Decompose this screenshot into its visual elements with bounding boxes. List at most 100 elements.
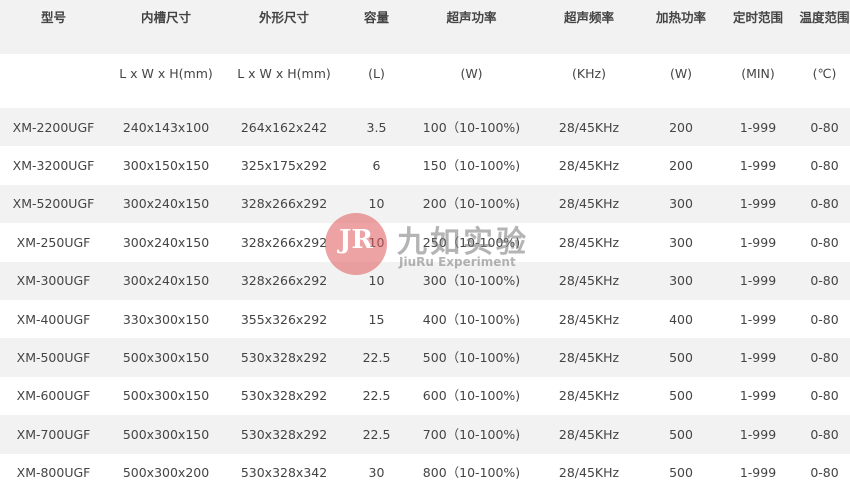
table-row: XM-3200UGF 300x150x150 325x175x292 6 150（10-… [0,146,850,185]
table-cell-timer-range: 1-999 [717,338,799,377]
header-cell-model: 型号 [0,0,107,54]
table-cell-model: XM-5200UGF [0,184,107,224]
table-cell-ultrasonic-power: 800（10-100%) [410,453,533,492]
table-cell-capacity: 22.5 [343,338,410,377]
table-cell-model: XM-3200UGF [0,146,107,185]
table-cell-inner-size: 240x143x100 [107,108,225,147]
table-cell-timer-range: 1-999 [717,223,799,262]
table-cell-model: XM-500UGF [0,338,107,377]
table-row: XM-700UGF 500x300x150 530x328x292 22.5 700（1… [0,415,850,454]
table-cell-temperature-range: 0-80 [799,338,850,377]
table-cell-capacity: 6 [343,146,410,185]
table-cell-ultrasonic-power: 100（10-100%) [410,108,533,147]
table-cell-outer-size: 328x266x292 [225,184,343,224]
table-cell-model: XM-400UGF [0,299,107,339]
table-cell-outer-size: 355x326x292 [225,299,343,339]
header-cell-heating-power: 加热功率 [645,0,717,54]
unit-cell-ultrasonic-power: (W) [410,54,533,108]
header-cell-inner-size: 内槽尺寸 [107,0,225,54]
table-cell-model: XM-300UGF [0,261,107,300]
unit-cell-model [0,54,107,108]
table-cell-model: XM-600UGF [0,376,107,416]
table-cell-heating-power: 300 [645,184,717,224]
table-cell-outer-size: 325x175x292 [225,146,343,185]
table-cell-heating-power: 500 [645,338,717,377]
table-cell-temperature-range: 0-80 [799,415,850,454]
table-cell-heating-power: 200 [645,108,717,147]
table-cell-outer-size: 530x328x292 [225,376,343,416]
table-cell-timer-range: 1-999 [717,299,799,339]
header-row: 型号 内槽尺寸 外形尺寸 容量 超声功率 超声频率 加热功率 定时范围 温度范围 [0,0,850,54]
table-cell-ultrasonic-power: 700（10-100%) [410,415,533,454]
table-cell-inner-size: 300x240x150 [107,261,225,300]
table-cell-capacity: 15 [343,299,410,339]
unit-cell-temperature-range: (℃) [799,54,850,108]
table-cell-ultrasonic-frequency: 28/45KHz [533,108,645,147]
table-row: XM-600UGF 500x300x150 530x328x292 22.5 600（1… [0,376,850,416]
table-cell-model: XM-2200UGF [0,108,107,147]
table-cell-outer-size: 530x328x292 [225,415,343,454]
table-cell-capacity: 3.5 [343,108,410,147]
table-cell-timer-range: 1-999 [717,184,799,224]
unit-cell-inner-size: L x W x H(mm) [107,54,225,108]
table-row: XM-2200UGF 240x143x100 264x162x242 3.5 100（1… [0,108,850,147]
table-cell-capacity: 30 [343,453,410,492]
table-cell-inner-size: 300x240x150 [107,223,225,262]
table-cell-ultrasonic-frequency: 28/45KHz [533,338,645,377]
table-cell-ultrasonic-power: 400（10-100%) [410,299,533,339]
table-cell-ultrasonic-frequency: 28/45KHz [533,223,645,262]
table-cell-outer-size: 264x162x242 [225,108,343,147]
table-cell-outer-size: 530x328x342 [225,453,343,492]
table-cell-ultrasonic-frequency: 28/45KHz [533,261,645,300]
header-cell-ultrasonic-power: 超声功率 [410,0,533,54]
table-cell-ultrasonic-frequency: 28/45KHz [533,299,645,339]
table-cell-ultrasonic-power: 250（10-100%) [410,223,533,262]
table-cell-heating-power: 500 [645,376,717,416]
table-cell-inner-size: 500x300x150 [107,338,225,377]
table-cell-model: XM-250UGF [0,223,107,262]
table-cell-timer-range: 1-999 [717,261,799,300]
table-cell-ultrasonic-frequency: 28/45KHz [533,376,645,416]
table-cell-inner-size: 300x150x150 [107,146,225,185]
table-cell-heating-power: 200 [645,146,717,185]
table-cell-inner-size: 300x240x150 [107,184,225,224]
unit-cell-ultrasonic-frequency: (KHz) [533,54,645,108]
table-cell-temperature-range: 0-80 [799,261,850,300]
table-row: XM-500UGF 500x300x150 530x328x292 22.5 500（1… [0,338,850,377]
table-cell-capacity: 10 [343,261,410,300]
table-cell-ultrasonic-frequency: 28/45KHz [533,453,645,492]
table-cell-inner-size: 500x300x150 [107,376,225,416]
table-cell-capacity: 10 [343,184,410,224]
spec-table: 型号 内槽尺寸 外形尺寸 容量 超声功率 超声频率 加热功率 定时范围 温度范围… [0,0,850,492]
table-cell-timer-range: 1-999 [717,415,799,454]
table-cell-timer-range: 1-999 [717,376,799,416]
header-cell-capacity: 容量 [343,0,410,54]
table-cell-heating-power: 500 [645,415,717,454]
table-cell-model: XM-700UGF [0,415,107,454]
table-cell-timer-range: 1-999 [717,146,799,185]
table-cell-temperature-range: 0-80 [799,453,850,492]
table-cell-ultrasonic-frequency: 28/45KHz [533,146,645,185]
unit-cell-timer-range: (MIN) [717,54,799,108]
unit-cell-heating-power: (W) [645,54,717,108]
spec-table-body: 型号 内槽尺寸 外形尺寸 容量 超声功率 超声频率 加热功率 定时范围 温度范围… [0,0,850,492]
table-cell-heating-power: 300 [645,223,717,262]
units-row: L x W x H(mm) L x W x H(mm) (L) (W) (KHz… [0,54,850,108]
header-cell-timer-range: 定时范围 [717,0,799,54]
table-cell-ultrasonic-power: 500（10-100%) [410,338,533,377]
table-cell-timer-range: 1-999 [717,108,799,147]
header-cell-outer-size: 外形尺寸 [225,0,343,54]
table-cell-temperature-range: 0-80 [799,108,850,147]
table-cell-outer-size: 328x266x292 [225,223,343,262]
unit-cell-outer-size: L x W x H(mm) [225,54,343,108]
table-cell-inner-size: 330x300x150 [107,299,225,339]
table-row: XM-5200UGF 300x240x150 328x266x292 10 200（10… [0,184,850,224]
header-cell-ultrasonic-frequency: 超声频率 [533,0,645,54]
table-cell-ultrasonic-power: 300（10-100%) [410,261,533,300]
table-cell-heating-power: 300 [645,261,717,300]
table-cell-capacity: 22.5 [343,415,410,454]
table-row: XM-800UGF 500x300x200 530x328x342 30 800（10-… [0,453,850,492]
table-cell-temperature-range: 0-80 [799,223,850,262]
table-cell-temperature-range: 0-80 [799,184,850,224]
table-cell-outer-size: 530x328x292 [225,338,343,377]
